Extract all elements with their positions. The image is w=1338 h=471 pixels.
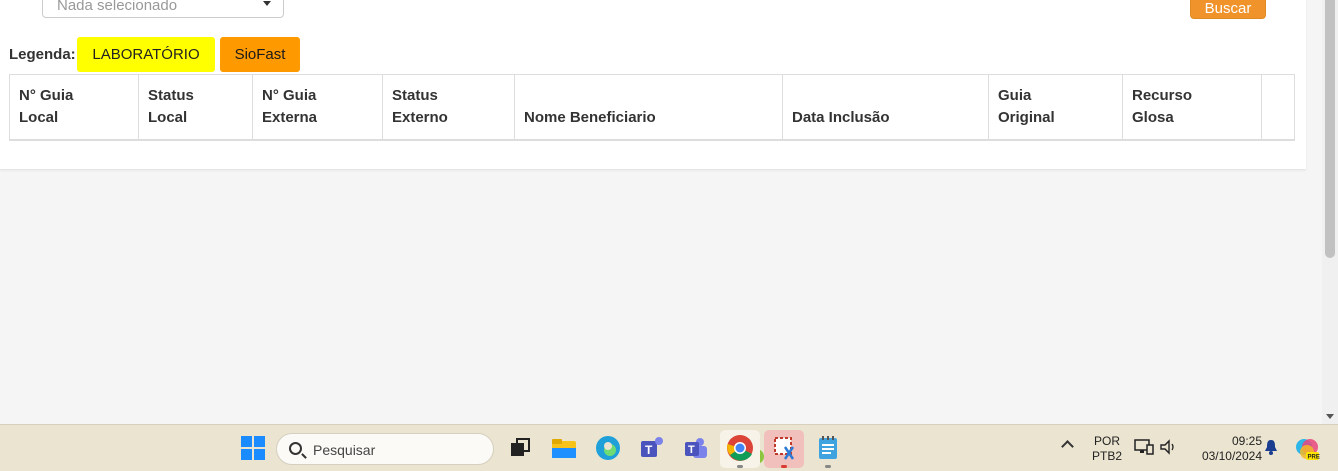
chevron-up-icon[interactable] xyxy=(1061,440,1074,453)
legend-badge-siofast: SioFast xyxy=(220,37,300,72)
scrollbar-thumb[interactable] xyxy=(1325,0,1335,258)
teams-icon[interactable]: T xyxy=(637,433,667,463)
guias-table: N° Guia Local Status Local N° Guia Externa … xyxy=(9,74,1295,141)
search-icon xyxy=(289,442,302,455)
status-select[interactable]: Nada selecionado xyxy=(42,0,284,18)
vertical-scrollbar[interactable] xyxy=(1322,0,1338,424)
chrome-icon[interactable] xyxy=(725,433,755,463)
copilot-icon[interactable]: PRE xyxy=(1293,435,1321,463)
windows-start-icon[interactable] xyxy=(238,433,268,463)
clock[interactable]: 09:25 03/10/2024 xyxy=(1188,434,1262,464)
windows-taskbar: Pesquisar T T POR PTB2 09:25 03/10/2024 … xyxy=(0,424,1338,471)
chrome-running-indicator xyxy=(737,465,743,468)
volume-icon[interactable] xyxy=(1157,436,1179,458)
col-header-data-inclusao[interactable]: Data Inclusão xyxy=(782,74,989,141)
buscar-button[interactable]: Buscar xyxy=(1190,0,1266,19)
snipping-tool-icon[interactable] xyxy=(769,433,799,463)
col-header-nome-beneficiario[interactable]: Nome Beneficiario xyxy=(514,74,783,141)
col-header-guia-original[interactable]: Guia Original xyxy=(988,74,1123,141)
taskbar-search-box[interactable]: Pesquisar xyxy=(276,433,764,465)
language-indicator[interactable]: POR PTB2 xyxy=(1090,434,1124,464)
snipping-running-indicator xyxy=(781,465,787,468)
page-content: Nada selecionado Buscar Legenda: LABORAT… xyxy=(0,0,1322,424)
select-value: Nada selecionado xyxy=(57,0,178,14)
search-placeholder: Pesquisar xyxy=(313,442,376,458)
legend-label: Legenda: xyxy=(9,46,76,63)
col-header-recurso-glosa[interactable]: Recurso Glosa xyxy=(1122,74,1262,141)
svg-text:T: T xyxy=(645,443,653,457)
col-header-guia-local[interactable]: N° Guia Local xyxy=(9,74,139,141)
col-header-status-externo[interactable]: Status Externo xyxy=(382,74,515,141)
legend-badge-laboratorio: LABORATÓRIO xyxy=(77,37,215,72)
search-panel: Nada selecionado Buscar Legenda: LABORAT… xyxy=(0,0,1306,170)
notification-bell-icon[interactable] xyxy=(1261,437,1281,457)
teams-classic-icon[interactable]: T xyxy=(681,433,711,463)
col-header-actions xyxy=(1261,74,1295,141)
col-header-guia-externa[interactable]: N° Guia Externa xyxy=(252,74,383,141)
scroll-down-arrow-icon[interactable] xyxy=(1326,414,1334,419)
edge-icon[interactable] xyxy=(593,433,623,463)
svg-text:T: T xyxy=(688,444,695,456)
table-header-row: N° Guia Local Status Local N° Guia Externa … xyxy=(9,74,1295,141)
network-icon[interactable] xyxy=(1133,436,1155,458)
notepad-running-indicator xyxy=(825,465,831,468)
svg-text:PRE: PRE xyxy=(1308,455,1320,461)
task-view-icon[interactable] xyxy=(505,433,535,463)
caret-down-icon xyxy=(263,1,271,6)
col-header-status-local[interactable]: Status Local xyxy=(138,74,253,141)
file-explorer-icon[interactable] xyxy=(549,433,579,463)
notepad-icon[interactable] xyxy=(813,433,843,463)
